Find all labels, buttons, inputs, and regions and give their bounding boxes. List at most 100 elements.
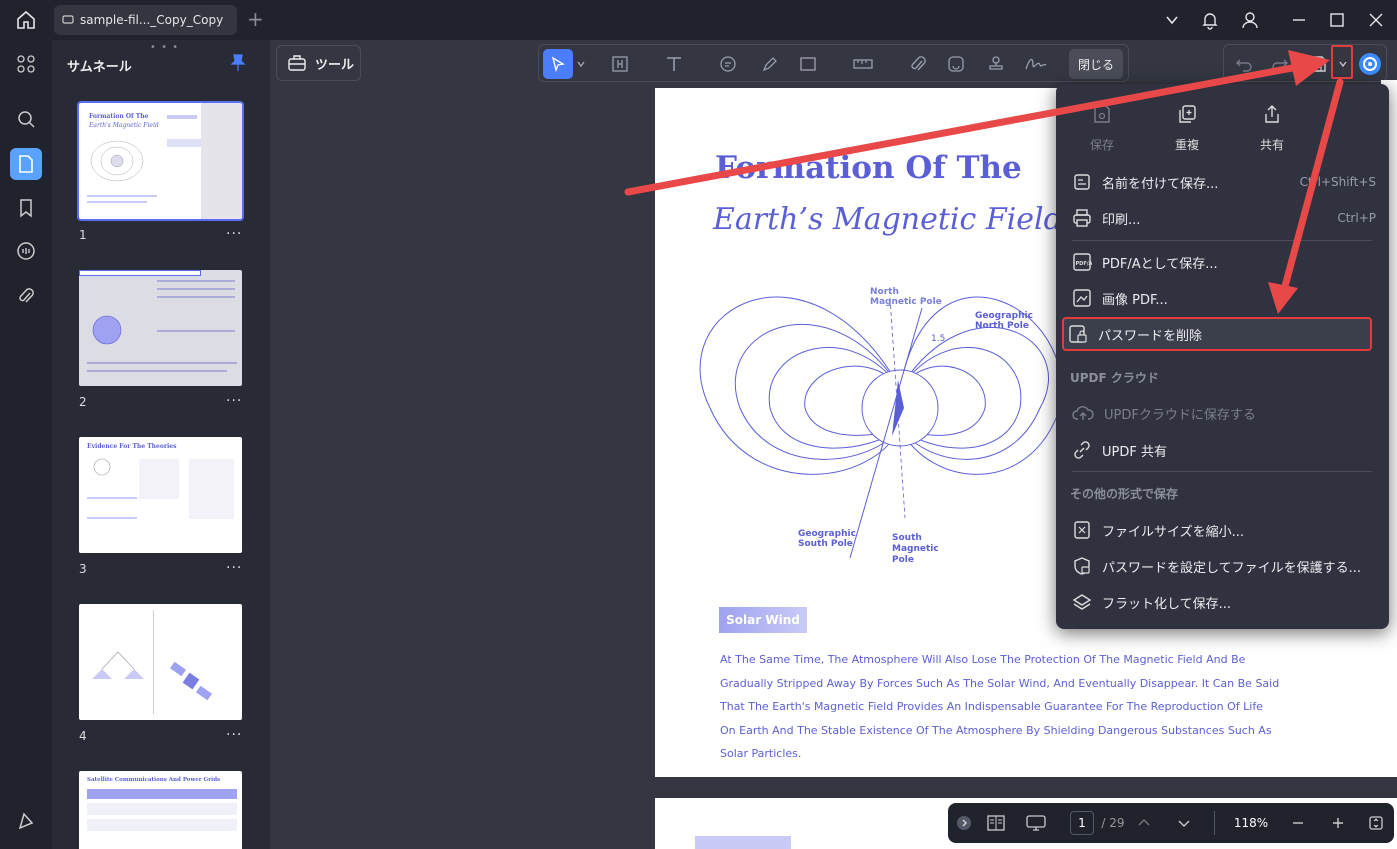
user-icon[interactable] — [1238, 8, 1262, 32]
thumbnail-more-button[interactable]: ··· — [226, 727, 242, 743]
menu-print-shortcut: Ctrl+P — [1337, 211, 1376, 225]
maximize-icon[interactable] — [1325, 8, 1349, 32]
thumbnail-page-1[interactable]: Formation Of The Earth's Magnetic Field — [77, 101, 244, 221]
thumb-1-subheading: Earth's Magnetic Field — [89, 122, 159, 129]
current-page-input[interactable]: 1 — [1070, 811, 1094, 835]
chevron-down-icon[interactable] — [1160, 8, 1184, 32]
home-icon[interactable] — [14, 8, 38, 32]
thumbnail-page-number: 1 — [79, 228, 87, 242]
thumbnail-more-button[interactable]: ··· — [226, 560, 242, 576]
highlight-box — [1331, 45, 1353, 79]
left-rail — [0, 40, 52, 849]
lock-file-icon — [1074, 557, 1090, 575]
thumb-3-diagram — [93, 458, 111, 476]
attach-tool-icon[interactable] — [905, 49, 931, 79]
attachment-icon[interactable] — [10, 280, 42, 312]
menu-image-pdf[interactable]: 画像 PDF... — [1068, 281, 1378, 315]
menu-print[interactable]: 印刷... Ctrl+P — [1068, 201, 1378, 235]
close-toolbar-button[interactable]: 閉じる — [1069, 49, 1123, 79]
ruler-tool-icon[interactable] — [849, 49, 877, 79]
bookmark-icon[interactable] — [10, 192, 42, 224]
layers-icon[interactable] — [10, 805, 42, 837]
duplicate-icon — [1152, 100, 1222, 128]
thumb-4-satellite — [169, 661, 213, 701]
label-south-magnetic: Magnetic — [892, 544, 939, 554]
solar-wind-badge: Solar Wind — [719, 607, 807, 633]
text-tool-icon[interactable] — [661, 49, 687, 79]
cloud-upload-icon — [1072, 406, 1094, 420]
save-icon[interactable] — [1304, 49, 1332, 79]
menu-set-password[interactable]: パスワードを設定してファイルを保護する... — [1068, 549, 1378, 583]
menu-updf-share[interactable]: UPDF 共有 — [1068, 433, 1378, 467]
redo-icon[interactable] — [1266, 49, 1294, 79]
tools-button[interactable]: ツール — [276, 45, 361, 81]
pdfa-icon: PDF/A — [1073, 253, 1093, 271]
signature-tool-icon[interactable] — [1021, 49, 1051, 79]
menu-image-pdf-label: 画像 PDF... — [1102, 292, 1168, 308]
menu-share-button[interactable]: 共有 — [1237, 100, 1307, 153]
sticker-tool-icon[interactable] — [943, 49, 969, 79]
chevron-down-icon[interactable] — [575, 49, 587, 79]
zoom-out-icon[interactable] — [1288, 811, 1308, 835]
menu-divider — [1072, 471, 1372, 472]
menu-save-as-shortcut: Ctrl+Shift+S — [1299, 175, 1376, 189]
thumbnail-page-4[interactable] — [79, 604, 242, 720]
thumbnail-more-button[interactable]: ··· — [226, 226, 242, 242]
menu-remove-password[interactable]: パスワードを削除 — [1062, 317, 1372, 351]
menu-save-as[interactable]: 名前を付けて保存... Ctrl+Shift+S — [1068, 165, 1378, 199]
comment-icon[interactable] — [10, 235, 42, 267]
menu-duplicate-button[interactable]: 重複 — [1152, 100, 1222, 153]
thumbnail-page-2[interactable] — [79, 270, 242, 386]
menu-share-label: 共有 — [1259, 138, 1284, 152]
pin-icon[interactable] — [230, 54, 246, 76]
textbox-tool-icon[interactable] — [607, 49, 633, 79]
unlock-file-icon — [1069, 325, 1087, 343]
save-icon — [1067, 100, 1137, 128]
drag-grip-icon[interactable]: • • • — [150, 42, 179, 53]
undo-icon[interactable] — [1230, 49, 1258, 79]
ai-assistant-icon[interactable] — [1356, 49, 1384, 79]
page-icon[interactable] — [10, 148, 42, 180]
stamp-tool-icon[interactable] — [983, 49, 1009, 79]
fit-page-icon[interactable] — [1366, 811, 1386, 835]
menu-divider — [1072, 240, 1372, 241]
comment-tool-icon[interactable] — [715, 49, 741, 79]
svg-text:PDF/A: PDF/A — [1076, 261, 1093, 267]
menu-save-to-cloud[interactable]: UPDFクラウドに保存する — [1068, 396, 1378, 430]
previous-page-icon[interactable] — [1134, 811, 1154, 835]
select-tool-icon[interactable] — [543, 49, 573, 79]
thumbnail-page-3[interactable]: Evidence For The Theories — [79, 437, 242, 553]
grid-icon[interactable] — [10, 48, 42, 80]
presentation-icon[interactable] — [1024, 811, 1048, 835]
bell-icon[interactable] — [1198, 8, 1222, 32]
label-north-magnetic: Magnetic Pole — [870, 297, 942, 307]
search-icon[interactable] — [10, 103, 42, 135]
zoom-level[interactable]: 118% — [1228, 811, 1274, 835]
highlighter-tool-icon[interactable] — [757, 49, 783, 79]
menu-other-formats-header: その他の形式で保存 — [1070, 487, 1179, 501]
menu-reduce-size[interactable]: ファイルサイズを縮小... — [1068, 513, 1378, 547]
new-tab-button[interactable]: + — [247, 8, 264, 30]
menu-duplicate-label: 重複 — [1174, 138, 1199, 152]
label-geo-south: Geographic — [798, 529, 856, 539]
close-window-icon[interactable] — [1364, 8, 1388, 32]
thumbnail-page-number: 4 — [79, 729, 87, 743]
tools-button-label: ツール — [315, 57, 355, 73]
menu-save-pdfa[interactable]: PDF/A PDF/Aとして保存... — [1068, 245, 1378, 279]
label-south-magnetic: South — [892, 533, 922, 543]
menu-flatten[interactable]: フラット化して保存... — [1068, 585, 1378, 619]
image-pdf-icon — [1073, 289, 1091, 307]
expand-nav-icon[interactable] — [956, 811, 972, 835]
document-tab[interactable]: sample-fil..._Copy_Copy — [54, 5, 237, 35]
menu-save-button[interactable]: 保存 — [1067, 100, 1137, 153]
rectangle-tool-icon[interactable] — [795, 49, 821, 79]
thumbnail-page-5[interactable]: Satellite Communications And Power Grids — [79, 771, 242, 849]
thumb-2-diagram — [92, 315, 122, 345]
page-layout-icon[interactable] — [984, 811, 1008, 835]
next-page-badge — [695, 836, 791, 849]
thumbnail-more-button[interactable]: ··· — [226, 393, 242, 409]
next-page-icon[interactable] — [1174, 811, 1194, 835]
minimize-icon[interactable] — [1287, 8, 1311, 32]
zoom-in-icon[interactable] — [1328, 811, 1348, 835]
body-paragraph: At The Same Time, The Atmosphere Will Al… — [720, 653, 1280, 760]
